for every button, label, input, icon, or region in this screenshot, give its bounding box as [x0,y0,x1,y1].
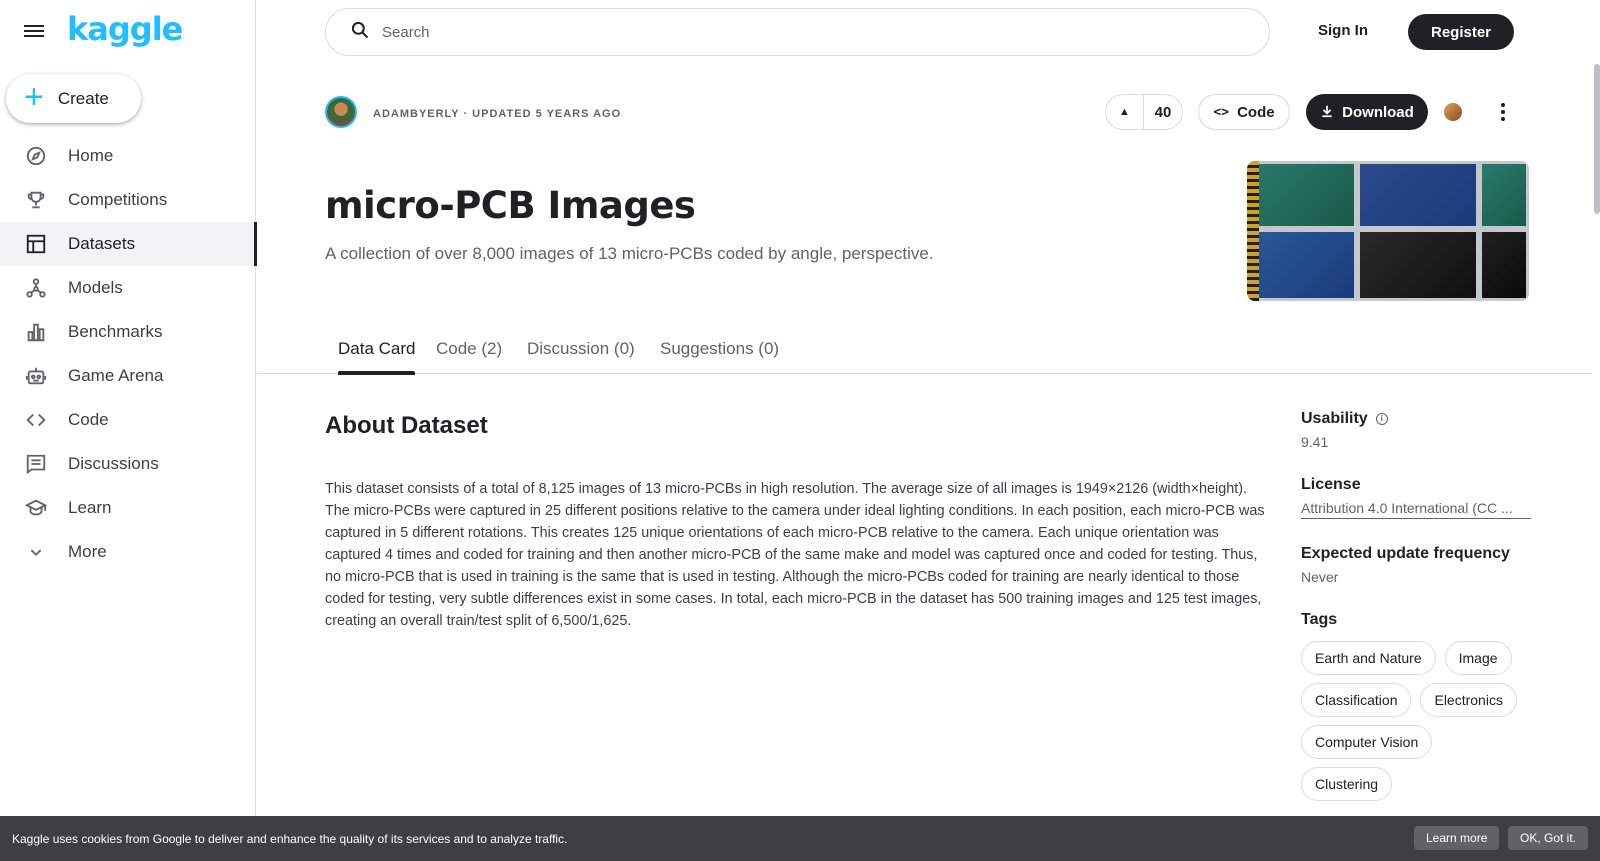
menu-icon[interactable] [24,22,48,42]
info-icon[interactable]: i [1375,413,1388,425]
tab-suggestions[interactable]: Suggestions (0) [660,339,779,374]
sidebar: kaggle + Create Home Competitions Datase… [0,0,257,861]
tab-data-card[interactable]: Data Card [338,339,416,375]
sidebar-item-label: Datasets [68,234,136,253]
about-description: This dataset consists of a total of 8,12… [325,481,1265,629]
page-subtitle: A collection of over 8,000 images of 13 … [325,244,934,263]
sidebar-item-more[interactable]: More [0,530,256,574]
sidebar-item-game-arena[interactable]: Game Arena [0,354,256,398]
sidebar-item-models[interactable]: Models [0,266,256,310]
sidebar-item-label: Home [68,146,114,165]
learn-more-button[interactable]: Learn more [1414,826,1500,850]
tag-chip[interactable]: Clustering [1301,767,1393,801]
sidebar-item-label: Competitions [68,190,168,209]
pcb-board-image [1357,229,1479,301]
download-button[interactable]: Download [1306,94,1428,130]
sidebar-item-label: Benchmarks [68,322,163,341]
pcb-strip-image [1247,161,1259,301]
usability-heading: Usability i [1301,410,1531,428]
cookie-ok-button[interactable]: OK, Got it. [1508,826,1589,850]
create-button[interactable]: + Create [6,74,141,123]
upvote-button[interactable]: ▲ [1106,95,1144,129]
search-bar[interactable] [325,8,1270,56]
sidebar-item-label: Learn [68,498,112,517]
comment-icon [24,452,48,476]
owner-meta: ADAMBYERLY · UPDATED 5 YEARS AGO [373,108,622,120]
chevron-down-icon [24,540,48,564]
medal-icon[interactable] [1444,103,1462,121]
code-button[interactable]: <> Code [1198,94,1290,130]
tab-bar: Data Card Code (2) Discussion (0) Sugges… [257,324,1592,375]
scrollbar[interactable] [1594,64,1600,214]
sign-in-link[interactable]: Sign In [1318,22,1368,39]
cookie-banner: Kaggle uses cookies from Google to deliv… [0,816,1600,861]
license-link[interactable]: Attribution 4.0 International (CC ... [1301,500,1531,519]
sidebar-item-label: More [68,542,107,561]
avatar[interactable] [325,96,357,128]
sidebar-item-learn[interactable]: Learn [0,486,256,530]
table-icon [24,232,48,256]
sidebar-item-code[interactable]: Code [0,398,256,442]
metadata-panel: Usability i 9.41 License Attribution 4.0… [1301,410,1531,801]
usability-label: Usability [1301,410,1368,427]
sidebar-item-label: Game Arena [68,366,164,385]
sidebar-item-discussions[interactable]: Discussions [0,442,256,486]
code-icon: <> [1213,104,1230,120]
tab-discussion[interactable]: Discussion (0) [527,339,635,374]
tab-code[interactable]: Code (2) [436,339,502,374]
dataset-thumbnail [1247,161,1529,301]
code-button-label: Code [1237,103,1275,121]
bar-chart-icon [24,320,48,344]
arrow-up-icon: ▲ [1119,106,1130,118]
about-heading: About Dataset [325,412,488,439]
vote-count: 40 [1154,103,1172,121]
pcb-board-image [1479,161,1529,229]
trophy-icon [24,188,48,212]
create-label: Create [57,88,109,108]
tag-list: Earth and Nature Image Classification El… [1301,641,1531,801]
frequency-value: Never [1301,569,1339,585]
pcb-board-image [1247,229,1357,301]
register-button[interactable]: Register [1408,14,1514,50]
page-title: micro-PCB Images [325,184,696,227]
tag-chip[interactable]: Computer Vision [1301,725,1433,759]
vote-widget: ▲ 40 [1105,94,1183,130]
sidebar-item-home[interactable]: Home [0,134,256,178]
download-button-label: Download [1342,103,1414,121]
school-icon [24,496,48,520]
pcb-board-image [1247,161,1357,229]
plus-icon: + [24,78,44,116]
search-input[interactable] [382,23,1182,41]
pcb-board-image [1479,229,1529,301]
sidebar-item-label: Models [68,278,123,297]
sidebar-item-label: Code [68,410,109,429]
search-icon [350,20,370,45]
tag-chip[interactable]: Classification [1301,683,1412,717]
sidebar-item-label: Discussions [68,454,159,473]
compass-icon [24,144,48,168]
robot-icon [24,364,48,388]
tag-chip[interactable]: Electronics [1420,683,1517,717]
code-icon [24,408,48,432]
sidebar-item-competitions[interactable]: Competitions [0,178,256,222]
sidebar-item-datasets[interactable]: Datasets [0,222,257,266]
kaggle-logo[interactable]: kaggle [67,10,183,48]
tag-chip[interactable]: Image [1444,641,1512,675]
pcb-board-image [1357,161,1479,229]
sidebar-item-benchmarks[interactable]: Benchmarks [0,310,256,354]
download-icon [1320,104,1334,121]
models-icon [24,276,48,300]
tag-chip[interactable]: Earth and Nature [1301,641,1436,675]
cookie-message: Kaggle uses cookies from Google to deliv… [12,831,568,846]
license-label: License [1301,476,1361,493]
tags-label: Tags [1301,611,1338,628]
frequency-label: Expected update frequency [1301,545,1510,562]
sidebar-header: kaggle [0,0,256,64]
more-options-icon[interactable] [1497,100,1509,124]
usability-value: 9.41 [1301,434,1329,450]
sidebar-nav: Home Competitions Datasets Models Benchm… [0,134,257,574]
